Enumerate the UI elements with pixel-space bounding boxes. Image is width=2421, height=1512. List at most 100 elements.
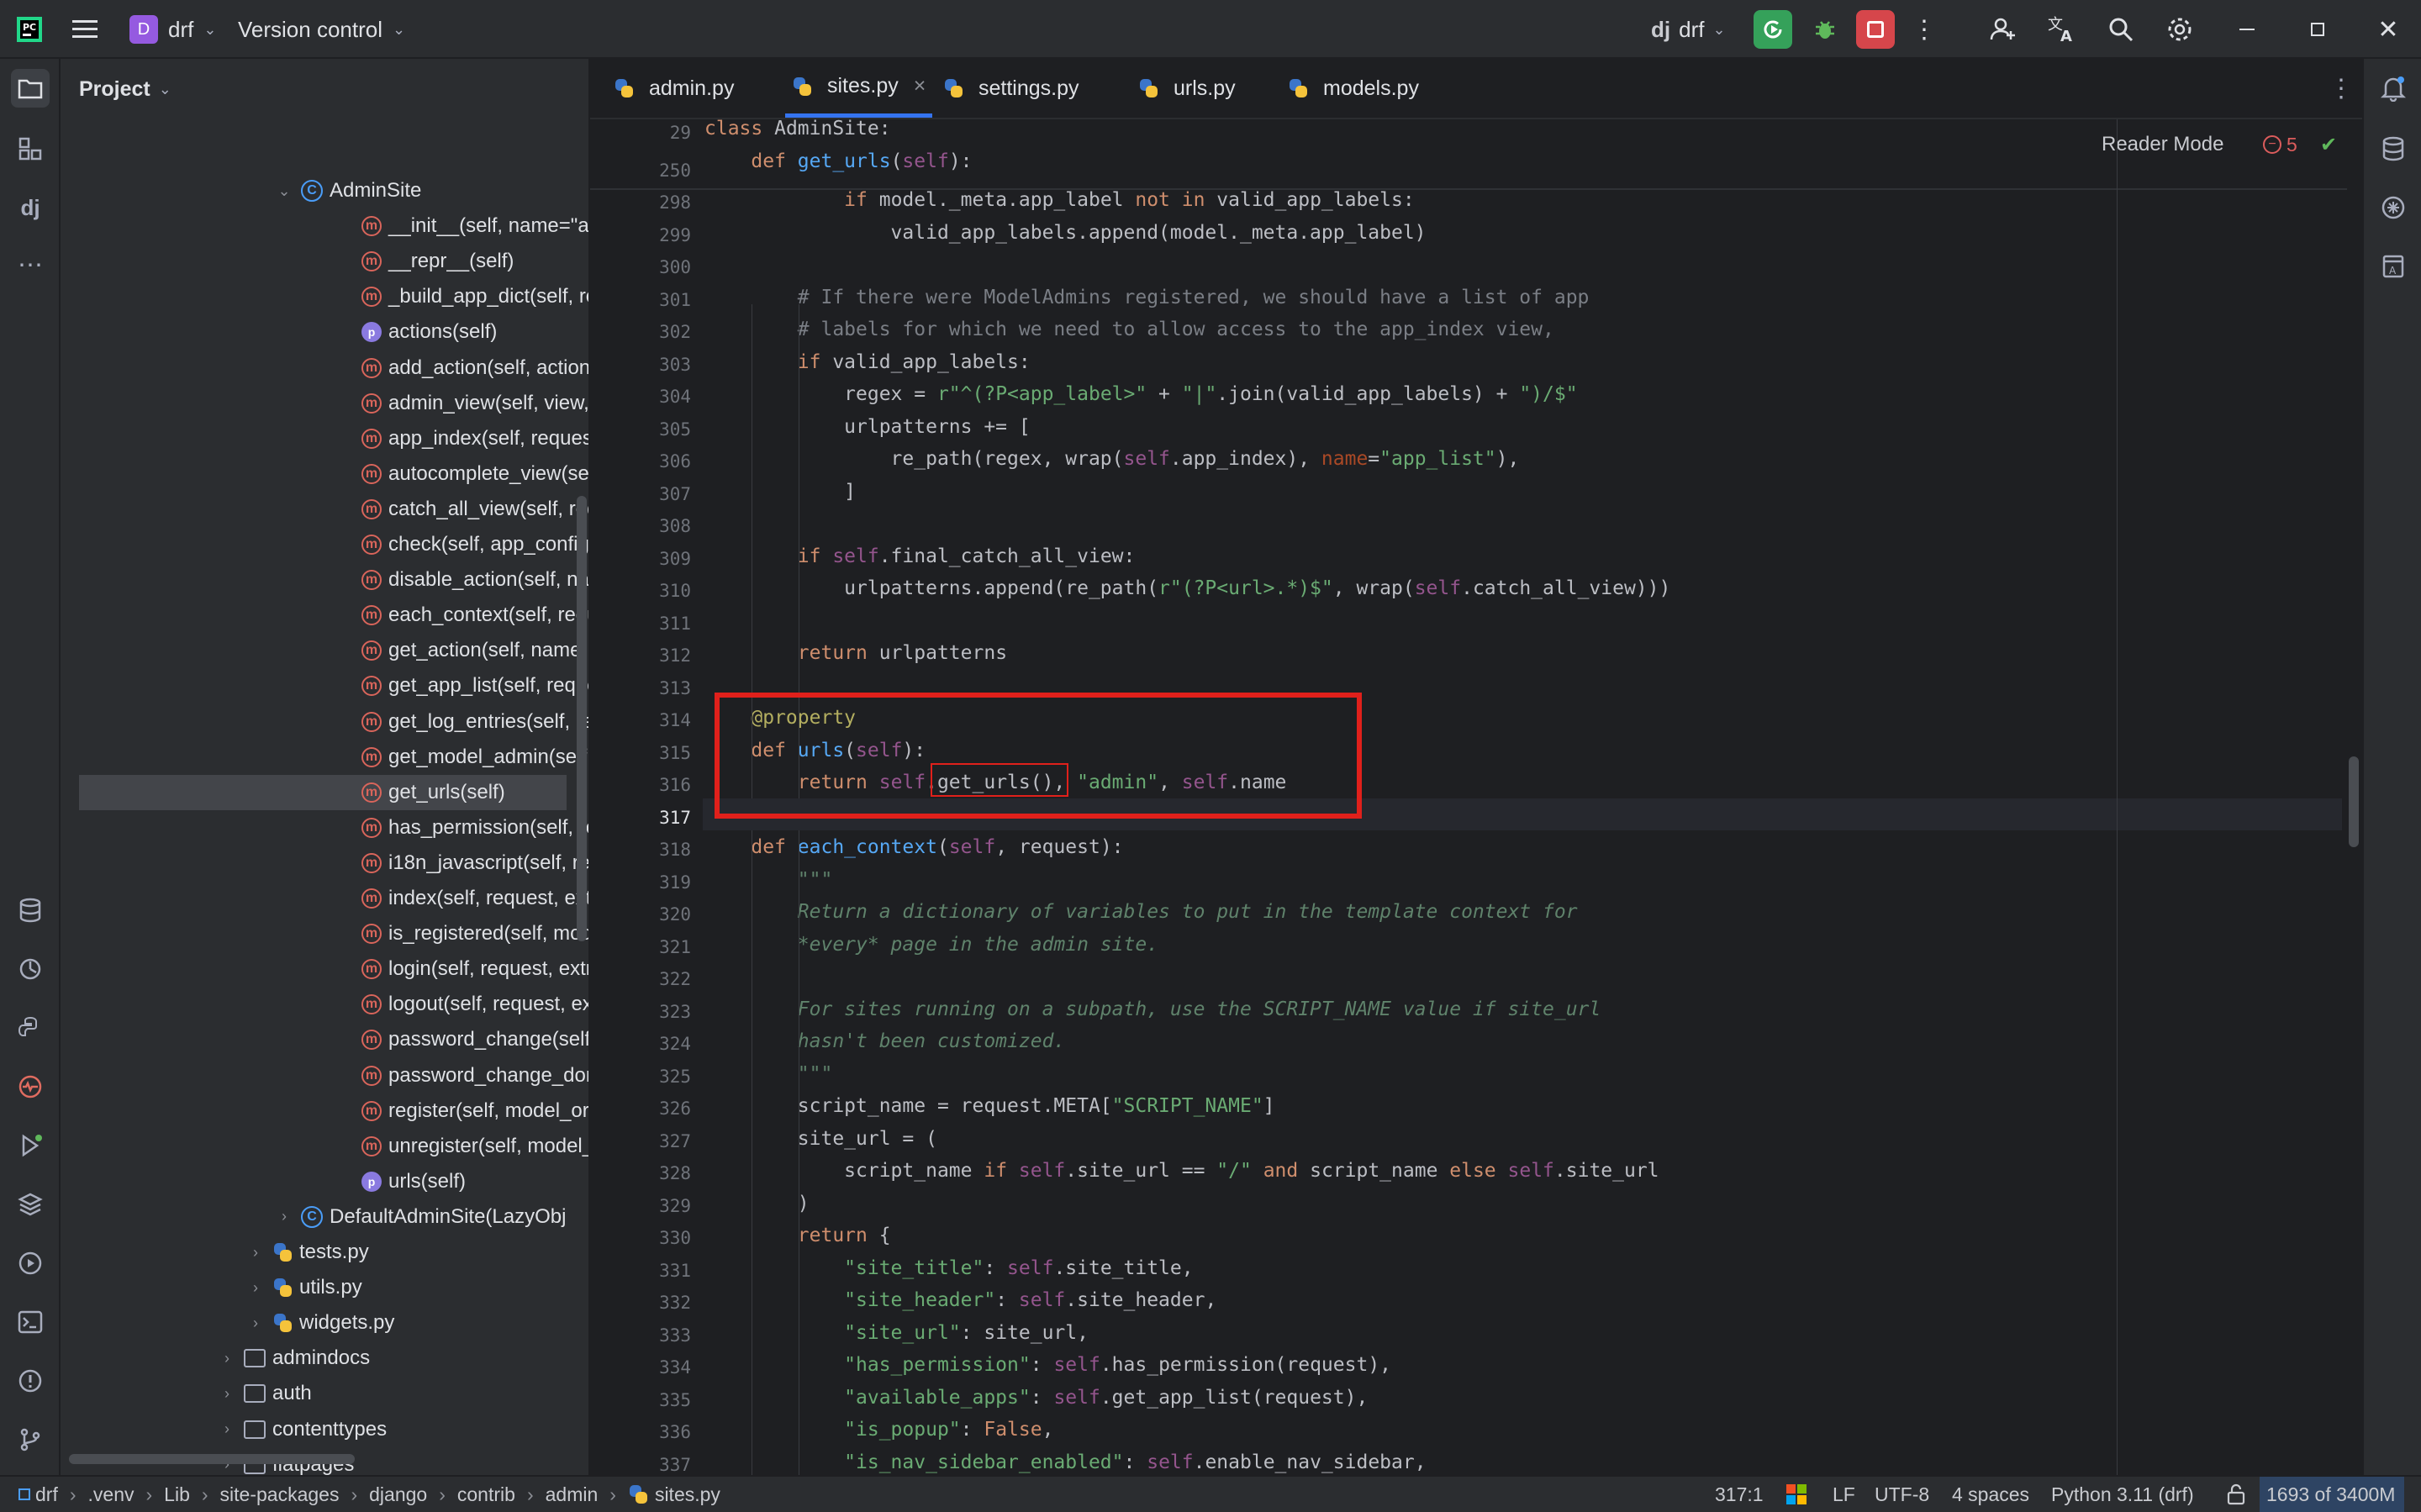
notifications-bell-icon[interactable] (2374, 69, 2413, 108)
more-actions-icon[interactable]: ⋮ (1905, 10, 1944, 49)
tree-member[interactable]: m get_model_admin(self, (61, 740, 588, 775)
git-icon[interactable] (11, 1420, 50, 1459)
problems-icon[interactable] (11, 1362, 50, 1400)
tree-member[interactable]: m get_urls(self) (79, 774, 567, 810)
python-interpreter[interactable]: Python 3.11 (drf) (2051, 1477, 2194, 1512)
restore-icon[interactable] (2298, 10, 2337, 49)
python-packages-icon[interactable] (11, 891, 50, 930)
tree-member[interactable]: m each_context(self, requ (61, 598, 588, 633)
project-selector[interactable]: D drf ⌄ (129, 0, 216, 59)
tree-member[interactable]: m app_index(self, request (61, 421, 588, 456)
tree-member[interactable]: p urls(self) (61, 1164, 588, 1199)
project-folder-icon[interactable] (11, 69, 50, 108)
line-separator[interactable]: LF (1833, 1477, 1855, 1512)
tree-folder[interactable]: › admindocs (61, 1341, 588, 1376)
tree-member[interactable]: m unregister(self, model_ (61, 1129, 588, 1164)
breadcrumb-item[interactable]: contrib (457, 1483, 515, 1506)
app-logo-icon[interactable]: PC (17, 0, 42, 59)
tree-member[interactable]: m disable_action(self, nam (61, 562, 588, 598)
tree-member[interactable]: m check(self, app_configs (61, 527, 588, 562)
tree-member[interactable]: m add_action(self, action, (61, 350, 588, 386)
tree-folder[interactable]: › auth (61, 1376, 588, 1411)
tree-member[interactable]: m get_log_entries(self, rec (61, 704, 588, 740)
chevron-right-icon[interactable]: › (219, 1350, 235, 1367)
breadcrumb-item[interactable]: .venv (88, 1483, 134, 1506)
tree-member[interactable]: m has_permission(self, re (61, 810, 588, 846)
tree-member[interactable]: m logout(self, request, ex (61, 987, 588, 1022)
run-config-selector[interactable]: dj drf ⌄ (1651, 0, 1726, 59)
tab-settings[interactable]: settings.py (936, 59, 1086, 118)
settings-gear-icon[interactable] (2160, 10, 2199, 49)
tab-admin[interactable]: admin.py (607, 59, 741, 118)
structure-icon[interactable] (11, 129, 50, 168)
tree-member[interactable]: m is_registered(self, mode (61, 916, 588, 951)
tree-member[interactable]: m catch_all_view(self, requ (61, 492, 588, 527)
tab-models[interactable]: models.py (1281, 59, 1426, 118)
breadcrumb-item[interactable]: drf (35, 1483, 58, 1506)
services-icon[interactable] (11, 1244, 50, 1283)
tree-member[interactable]: m _build_app_dict(self, re (61, 279, 588, 314)
search-icon[interactable] (2102, 10, 2140, 49)
breadcrumb-item[interactable]: django (369, 1483, 427, 1506)
tree-file[interactable]: › utils.py (61, 1270, 588, 1305)
vcs-selector[interactable]: Version control ⌄ (238, 0, 405, 59)
database-icon[interactable] (2374, 129, 2413, 168)
tree-file[interactable]: › widgets.py (61, 1305, 588, 1341)
python-console-icon[interactable] (11, 1009, 50, 1047)
tree-member[interactable]: m __repr__(self) (61, 244, 588, 279)
run-icon[interactable] (11, 1126, 50, 1165)
terminal-icon[interactable] (11, 1303, 50, 1341)
minimize-icon[interactable] (2228, 10, 2266, 49)
check-icon[interactable]: ✔ (2320, 129, 2337, 160)
tree-member[interactable]: m login(self, request, extr (61, 951, 588, 987)
project-panel-header[interactable]: Project ⌄ (79, 72, 171, 106)
tree-member[interactable]: m register(self, model_or_ (61, 1093, 588, 1129)
tree-member[interactable]: m get_app_list(self, reque (61, 668, 588, 703)
tree-member[interactable]: m autocomplete_view(self, (61, 456, 588, 492)
breadcrumb-item[interactable]: site-packages (220, 1483, 340, 1506)
add-user-icon[interactable] (1984, 10, 2023, 49)
debug-icon[interactable] (1806, 10, 1844, 49)
tree-member[interactable]: m password_change(self, (61, 1022, 588, 1057)
tree-scrollbar-thumb[interactable] (577, 496, 587, 941)
ai-assistant-icon[interactable] (2374, 188, 2413, 227)
chevron-right-icon[interactable]: › (247, 1244, 264, 1262)
chevron-right-icon[interactable]: › (247, 1314, 264, 1332)
tree-hscrollbar-thumb[interactable] (69, 1454, 355, 1464)
lock-icon[interactable] (2226, 1477, 2246, 1512)
tree-folder[interactable]: › contenttypes (61, 1412, 588, 1447)
chevron-right-icon[interactable]: › (219, 1420, 235, 1438)
tree-member[interactable]: m index(self, request, extr (61, 881, 588, 916)
tab-options-icon[interactable]: ⋮ (2322, 69, 2360, 108)
code-editor[interactable]: 29 250 298 299 300 301 302 303 304 305 306 307 308 30… (590, 119, 2362, 1475)
memory-indicator[interactable]: 1693 of 3400M (2260, 1477, 2404, 1512)
tab-urls[interactable]: urls.py (1131, 59, 1242, 118)
breadcrumb-item[interactable]: sites.py (655, 1483, 720, 1506)
tree-member[interactable]: m __init__(self, name="ad (61, 208, 588, 244)
breadcrumb-item[interactable]: Lib (164, 1483, 190, 1506)
editor-scrollbar-thumb[interactable] (2349, 756, 2359, 847)
tree-member[interactable]: m admin_view(self, view, c (61, 386, 588, 421)
caret-position[interactable]: 317:1 (1715, 1477, 1764, 1512)
layers-icon[interactable] (11, 1185, 50, 1224)
main-menu-icon[interactable] (72, 0, 98, 59)
tree-member[interactable]: p actions(self) (61, 314, 588, 350)
file-encoding[interactable]: UTF-8 (1875, 1477, 1929, 1512)
tree-member[interactable]: m password_change_done (61, 1058, 588, 1093)
tree-file[interactable]: › tests.py (61, 1235, 588, 1270)
django-structure-icon[interactable]: dj (11, 188, 50, 227)
stop-icon[interactable] (1856, 10, 1895, 49)
tree-member[interactable]: m get_action(self, name) (61, 633, 588, 668)
live-monitor-icon[interactable] (11, 1067, 50, 1106)
profiler-icon[interactable] (11, 950, 50, 988)
tree-member[interactable]: › C DefaultAdminSite(LazyObj (61, 1199, 588, 1235)
breadcrumb-item[interactable]: admin (546, 1483, 599, 1506)
windows-logo-icon[interactable] (1785, 1477, 1807, 1512)
chevron-down-icon[interactable]: ⌄ (276, 182, 293, 200)
rerun-icon[interactable] (1754, 10, 1792, 49)
sciview-icon[interactable]: A (2374, 247, 2413, 286)
translate-icon[interactable]: 文A (2043, 10, 2081, 49)
chevron-right-icon[interactable]: › (219, 1385, 235, 1403)
close-tab-icon[interactable]: × (914, 74, 926, 98)
more-tools-icon[interactable]: ⋯ (11, 245, 50, 284)
